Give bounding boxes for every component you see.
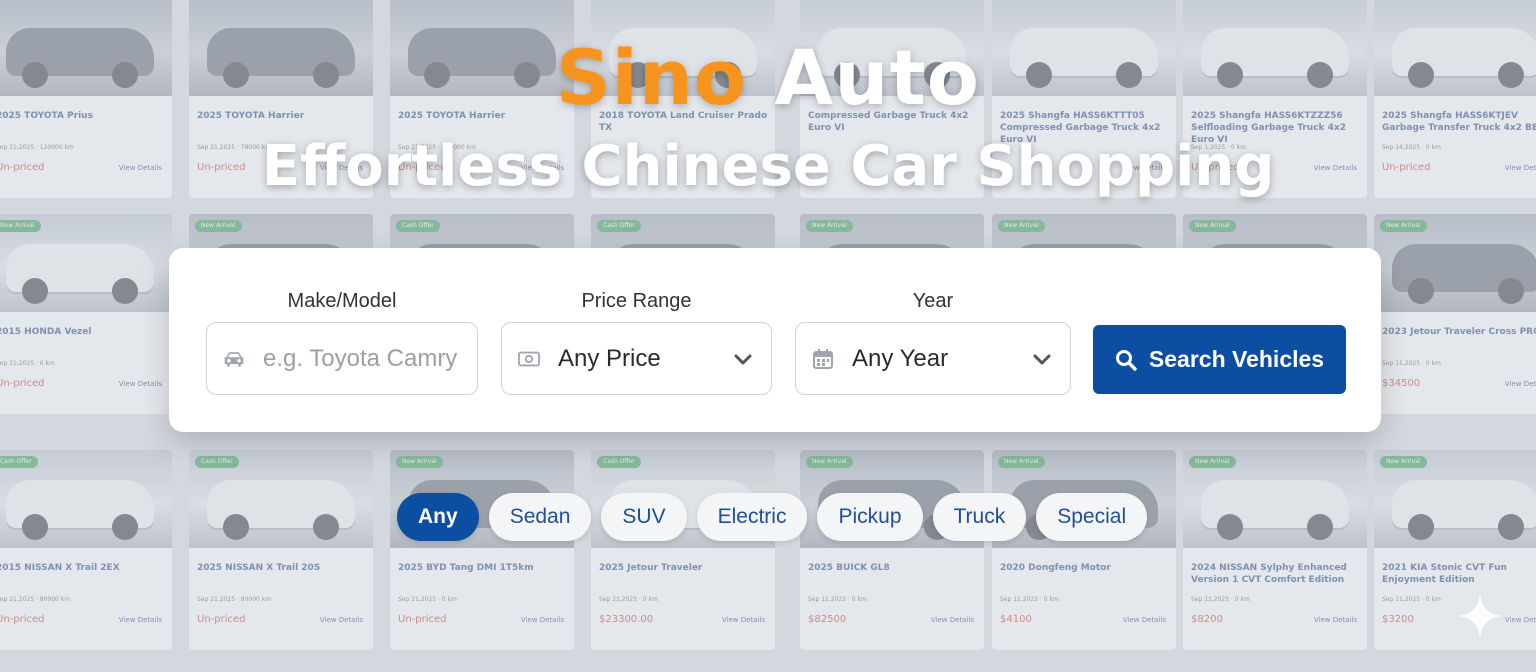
- year-select[interactable]: Any Year: [795, 322, 1071, 395]
- price-range-value: Any Price: [558, 344, 661, 372]
- make-model-placeholder: e.g. Toyota Camry: [263, 344, 458, 372]
- search-panel: Make/Model e.g. Toyota Camry Price Range…: [169, 248, 1381, 432]
- chip-pickup[interactable]: Pickup: [817, 493, 923, 541]
- calendar-icon: [812, 348, 834, 370]
- make-model-label: Make/Model: [287, 290, 397, 312]
- price-range-select[interactable]: Any Price: [501, 322, 772, 395]
- car-icon: [223, 348, 245, 370]
- chip-electric[interactable]: Electric: [696, 493, 808, 541]
- sparkle-icon: [1456, 592, 1504, 640]
- price-range-label: Price Range: [581, 290, 692, 312]
- year-value: Any Year: [852, 344, 949, 372]
- search-icon: [1115, 349, 1137, 371]
- chip-suv[interactable]: SUV: [601, 493, 687, 541]
- money-icon: [518, 348, 540, 370]
- chip-truck[interactable]: Truck: [932, 493, 1027, 541]
- chevron-down-icon: [733, 349, 753, 369]
- chip-special[interactable]: Special: [1036, 493, 1148, 541]
- chevron-down-icon: [1032, 349, 1052, 369]
- search-vehicles-button[interactable]: Search Vehicles: [1093, 325, 1346, 394]
- year-label: Year: [912, 290, 954, 312]
- hero-tagline: Effortless Chinese Car Shopping: [261, 134, 1275, 199]
- make-model-input[interactable]: e.g. Toyota Camry: [206, 322, 478, 395]
- brand-rest-word: Auto: [774, 33, 981, 122]
- chip-any[interactable]: Any: [397, 493, 479, 541]
- search-button-label: Search Vehicles: [1148, 346, 1325, 372]
- brand-title: Sino Auto: [0, 30, 1536, 126]
- brand-accent-word: Sino: [555, 33, 748, 122]
- category-chips: Any Sedan SUV Electric Pickup Truck Spec…: [397, 493, 1148, 541]
- chip-sedan[interactable]: Sedan: [488, 493, 592, 541]
